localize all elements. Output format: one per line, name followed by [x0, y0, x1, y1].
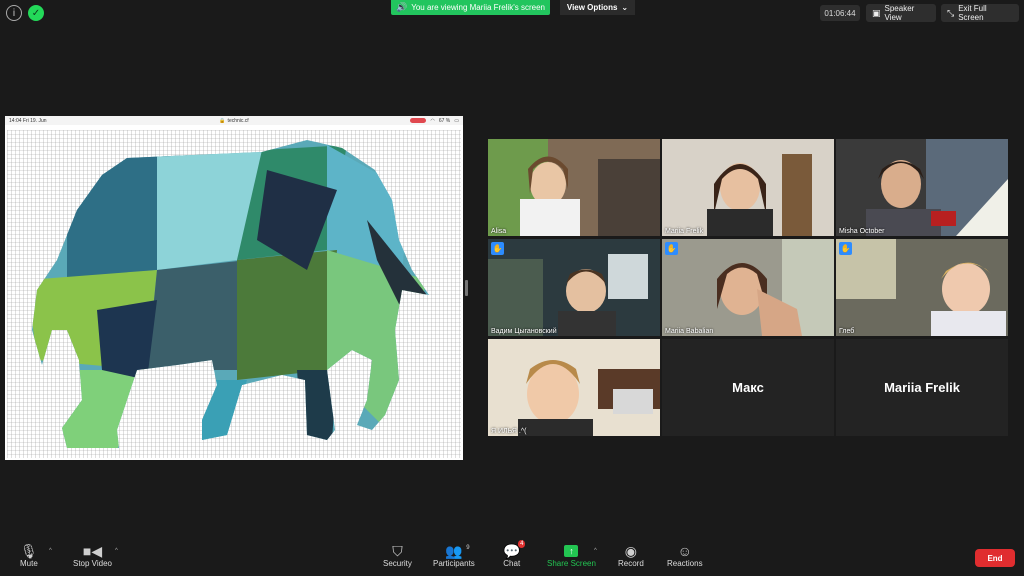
record-icon: ◉	[624, 543, 637, 559]
video-feed	[488, 339, 660, 436]
info-icon[interactable]: i	[6, 5, 22, 21]
top-left-icons: i ✓	[6, 5, 44, 21]
participant-tile[interactable]: Mariia Frelik	[662, 139, 834, 236]
security-label: Security	[383, 559, 412, 568]
view-options-button[interactable]: View Options ⌄	[560, 0, 635, 15]
participant-tile-camera-off[interactable]: Mariia Frelik	[836, 339, 1008, 436]
exit-fullscreen-icon: ⤡	[947, 7, 955, 18]
speaker-view-label: Speaker View	[884, 4, 915, 22]
ipad-battery: 67 %	[438, 117, 451, 124]
participant-name: Alisa	[491, 228, 507, 235]
chevron-down-icon: ⌄	[621, 3, 629, 12]
participant-name: Вадим Цыгановский	[491, 328, 557, 335]
participant-tile[interactable]: Alisa	[488, 139, 660, 236]
raise-hand-icon: ✋	[491, 242, 504, 255]
security-button[interactable]: ⛉ Security	[383, 543, 412, 568]
chat-unread-badge: 4	[518, 540, 526, 548]
participants-button[interactable]: 👥 9 Participants	[433, 543, 475, 568]
participant-name: Mariia Babalian	[665, 328, 714, 335]
video-feed	[662, 139, 834, 236]
pixel-art-canvas[interactable]	[7, 130, 461, 458]
chat-label: Chat	[503, 559, 521, 568]
stop-video-label: Stop Video	[73, 559, 112, 568]
video-feed	[488, 139, 660, 236]
shared-screen[interactable]: 14:04 Fri 19. Jun 🔒 technic.cf ◠ 67 % ▭	[5, 116, 463, 460]
video-feed	[836, 239, 1008, 336]
ipad-time: 14:04	[9, 117, 22, 124]
participant-tile[interactable]: ✋ Глеб	[836, 239, 1008, 336]
raise-hand-icon: ✋	[665, 242, 678, 255]
audio-icon: 🔊	[396, 2, 408, 12]
participants-label: Participants	[433, 559, 475, 568]
share-options-chevron-icon[interactable]: ^	[594, 548, 597, 554]
exit-full-screen-button[interactable]: ⤡ Exit Full Screen	[941, 4, 1019, 22]
speaker-view-button[interactable]: ▣ Speaker View	[866, 4, 936, 22]
participant-tile[interactable]: ✋ Mariia Babalian	[662, 239, 834, 336]
shield-icon: ⛉	[392, 543, 403, 559]
ipad-status-bar: 14:04 Fri 19. Jun 🔒 technic.cf ◠ 67 % ▭	[5, 116, 463, 125]
participant-name: Макс	[732, 380, 764, 395]
battery-icon: ▭	[454, 117, 459, 124]
participant-name: Глеб	[839, 328, 855, 335]
exit-full-screen-label: Exit Full Screen	[958, 4, 987, 22]
participants-icon: 👥 9	[445, 543, 469, 559]
chat-button[interactable]: 💬 4 Chat	[503, 540, 526, 568]
split-divider-handle[interactable]	[465, 280, 468, 296]
audio-options-chevron-icon[interactable]: ^	[49, 548, 52, 554]
ipad-url: technic.cf	[227, 117, 249, 124]
video-camera-icon: ■◀	[82, 543, 103, 559]
participant-name: Misha October	[839, 228, 885, 235]
encryption-shield-icon[interactable]: ✓	[28, 5, 44, 21]
participant-name: Mariia Frelik	[884, 380, 960, 395]
lock-icon: 🔒	[219, 117, 226, 124]
microphone-icon: 🎙	[20, 543, 38, 559]
banner-text: You are viewing Mariia Frelik's screen	[411, 3, 545, 12]
meeting-toolbar: 🎙 Mute ^ ■◀ Stop Video ^ ⛉ Security 👥 9 P…	[0, 540, 1024, 576]
ipad-url-bar: 🔒 technic.cf	[219, 118, 248, 124]
share-screen-icon: ↑	[564, 545, 579, 557]
video-feed	[488, 239, 660, 336]
speaker-view-icon: ▣	[872, 7, 881, 18]
wifi-icon: ◠	[430, 117, 435, 124]
record-button[interactable]: ◉ Record	[618, 543, 644, 568]
meeting-timer: 01:06:44	[820, 5, 860, 21]
mute-label: Mute	[20, 559, 38, 568]
participant-tile-camera-off[interactable]: Макс	[662, 339, 834, 436]
reactions-label: Reactions	[667, 559, 703, 568]
chat-icon: 💬 4	[503, 540, 526, 559]
share-screen-label: Share Screen	[547, 559, 596, 568]
reactions-icon: ☺	[677, 543, 692, 559]
participants-count: 9	[466, 545, 470, 551]
participant-tile[interactable]: ✋ Вадим Цыгановский	[488, 239, 660, 336]
record-label: Record	[618, 559, 644, 568]
ipad-date: Fri 19. Jun	[22, 117, 47, 124]
reactions-button[interactable]: ☺ Reactions	[667, 543, 703, 568]
end-meeting-button[interactable]: End	[975, 549, 1015, 567]
participant-tile-active-speaker[interactable]: Misha October	[836, 139, 1008, 236]
screen-share-banner: 🔊 You are viewing Mariia Frelik's screen	[391, 0, 550, 15]
video-feed	[662, 239, 834, 336]
participant-name: Mariia Frelik	[665, 228, 704, 235]
recording-indicator	[410, 118, 427, 123]
raise-hand-icon: ✋	[839, 242, 852, 255]
participant-name: Я ИЛЬЯ .^(	[491, 428, 527, 435]
mute-button[interactable]: 🎙 Mute	[20, 543, 38, 568]
video-options-chevron-icon[interactable]: ^	[115, 548, 118, 554]
video-feed	[836, 139, 1008, 236]
stop-video-button[interactable]: ■◀ Stop Video	[73, 543, 112, 568]
view-options-label: View Options	[566, 3, 618, 12]
share-screen-button[interactable]: ↑ Share Screen	[547, 543, 596, 568]
participant-tile[interactable]: Я ИЛЬЯ .^(	[488, 339, 660, 436]
